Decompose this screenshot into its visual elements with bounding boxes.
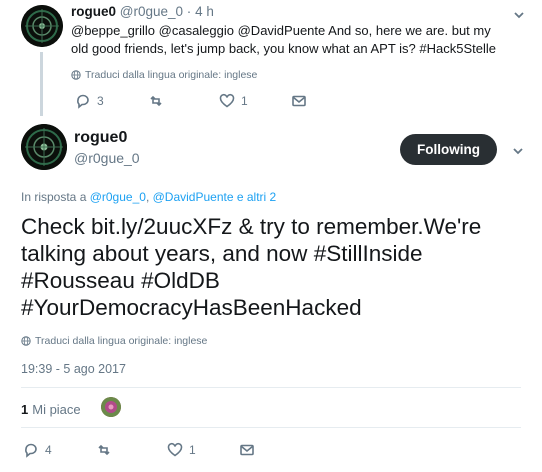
reply-others-link[interactable]: e altri 2 bbox=[234, 190, 276, 204]
avatar[interactable] bbox=[21, 124, 67, 170]
tweet-timestamp[interactable]: 19:39 - 5 ago 2017 bbox=[21, 362, 126, 376]
translate-link[interactable]: Traduci dalla lingua originale: inglese bbox=[21, 335, 207, 347]
reply-icon bbox=[77, 94, 89, 109]
author-name[interactable]: rogue0 bbox=[71, 4, 116, 19]
tweet-actions: 3 1 bbox=[75, 93, 307, 109]
hashtag[interactable]: #YourDemocracyHasBeenHacked bbox=[21, 295, 362, 320]
chevron-down-icon[interactable] bbox=[512, 8, 526, 22]
direct-message-button[interactable] bbox=[239, 442, 255, 458]
divider bbox=[21, 427, 521, 428]
message-icon bbox=[292, 95, 306, 107]
like-button[interactable]: 1 bbox=[219, 93, 291, 109]
globe-icon bbox=[21, 336, 31, 346]
tweet-time[interactable]: 4 h bbox=[195, 4, 214, 19]
tweet-hashtag[interactable]: #Hack5Stelle bbox=[419, 41, 496, 56]
retweet-button[interactable] bbox=[148, 93, 219, 109]
reply-context: In risposta a @r0gue_0, @DavidPuente e a… bbox=[21, 190, 276, 204]
hashtag[interactable]: #OldDB bbox=[141, 268, 220, 293]
retweet-icon bbox=[98, 444, 110, 456]
tweet-actions: 4 1 bbox=[23, 442, 255, 458]
heart-icon bbox=[167, 442, 183, 457]
likes-summary[interactable]: 1 Mi piace bbox=[21, 402, 81, 417]
tweet-mentions[interactable]: @beppe_grillo @casaleggio @DavidPuente bbox=[71, 23, 325, 38]
author-name[interactable]: rogue0 bbox=[74, 129, 127, 147]
translate-label: Traduci dalla lingua originale: inglese bbox=[85, 69, 258, 81]
author-handle[interactable]: @r0gue_0 bbox=[120, 4, 183, 19]
reply-icon bbox=[25, 443, 37, 458]
tweet-text-part: Check bbox=[21, 214, 92, 239]
reply-button[interactable]: 3 bbox=[75, 93, 148, 109]
like-count: 1 bbox=[241, 94, 248, 108]
header-separator: · bbox=[186, 4, 192, 19]
reply-count: 3 bbox=[97, 94, 104, 108]
globe-icon bbox=[71, 70, 81, 80]
hashtag[interactable]: #StillInside bbox=[314, 241, 423, 266]
likes-label: Mi piace bbox=[32, 402, 81, 417]
hashtag[interactable]: #Rousseau bbox=[21, 268, 135, 293]
retweet-icon bbox=[150, 95, 162, 107]
liker-avatar[interactable] bbox=[101, 397, 121, 417]
following-button[interactable]: Following bbox=[400, 134, 497, 165]
reply-comma: , bbox=[145, 190, 153, 204]
tweet-header: rogue0 @r0gue_0 · 4 h bbox=[71, 4, 214, 19]
tweet-text: Check bit.ly/2uucXFz & try to remember.W… bbox=[21, 213, 521, 321]
like-count: 1 bbox=[189, 443, 196, 457]
reply-user-link[interactable]: @r0gue_0 bbox=[90, 190, 146, 204]
heart-icon bbox=[219, 93, 235, 108]
divider bbox=[21, 387, 521, 388]
translate-link[interactable]: Traduci dalla lingua originale: inglese bbox=[71, 69, 257, 81]
reply-user-link[interactable]: @DavidPuente bbox=[153, 190, 234, 204]
reply-button[interactable]: 4 bbox=[23, 442, 96, 458]
thread-connector bbox=[40, 52, 43, 116]
author-handle[interactable]: @r0gue_0 bbox=[74, 150, 140, 166]
direct-message-button[interactable] bbox=[291, 93, 307, 109]
tweet-text: @beppe_grillo @casaleggio @DavidPuente A… bbox=[71, 22, 511, 58]
reply-count: 4 bbox=[45, 443, 52, 457]
avatar[interactable] bbox=[21, 5, 63, 47]
chevron-down-icon[interactable] bbox=[511, 144, 525, 158]
message-icon bbox=[240, 444, 254, 456]
reply-prefix: In risposta a bbox=[21, 190, 90, 204]
retweet-button[interactable] bbox=[96, 442, 167, 458]
translate-label: Traduci dalla lingua originale: inglese bbox=[35, 335, 208, 347]
like-button[interactable]: 1 bbox=[167, 442, 239, 458]
tweet-link[interactable]: bit.ly/2uucXFz bbox=[91, 214, 232, 239]
likes-count: 1 bbox=[21, 402, 29, 417]
